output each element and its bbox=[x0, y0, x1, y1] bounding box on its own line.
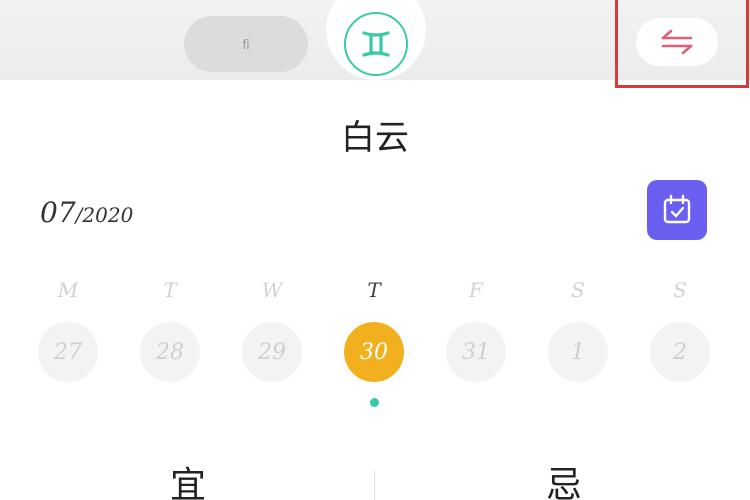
day-cell[interactable]: 27 bbox=[38, 322, 98, 382]
weekday-label: F bbox=[469, 278, 483, 302]
today-indicator-dot bbox=[370, 398, 379, 407]
swap-arrows-icon bbox=[661, 29, 693, 55]
day-cell[interactable]: 29 bbox=[242, 322, 302, 382]
zodiac-button[interactable] bbox=[344, 12, 408, 76]
calendar-check-icon bbox=[663, 194, 691, 224]
weekday-label: S bbox=[673, 278, 687, 302]
auspicious-label: 宜 bbox=[169, 465, 206, 500]
weekday-label: T bbox=[163, 278, 177, 302]
calendar-button[interactable] bbox=[647, 180, 707, 240]
weekday-label-selected: T bbox=[367, 278, 381, 302]
day-cell[interactable]: 28 bbox=[140, 322, 200, 382]
year-value: 2020 bbox=[82, 203, 134, 227]
weekday-label: S bbox=[571, 278, 585, 302]
switch-button[interactable] bbox=[636, 18, 718, 66]
gemini-icon bbox=[362, 31, 390, 57]
month-year-label[interactable]: 07/2020 bbox=[40, 196, 133, 229]
month-value: 07 bbox=[40, 196, 76, 229]
left-tab-pill[interactable]: fi bbox=[184, 16, 308, 72]
left-tab-label: fi bbox=[242, 36, 250, 52]
day-cell[interactable]: 31 bbox=[446, 322, 506, 382]
page-title: 白云 bbox=[341, 118, 409, 158]
almanac-divider bbox=[374, 470, 375, 500]
inauspicious-label: 忌 bbox=[545, 465, 582, 500]
weekday-label: M bbox=[57, 278, 79, 302]
day-cell[interactable]: 2 bbox=[650, 322, 710, 382]
day-cell[interactable]: 1 bbox=[548, 322, 608, 382]
day-cell-selected[interactable]: 30 bbox=[344, 322, 404, 382]
weekday-label: W bbox=[261, 278, 283, 302]
